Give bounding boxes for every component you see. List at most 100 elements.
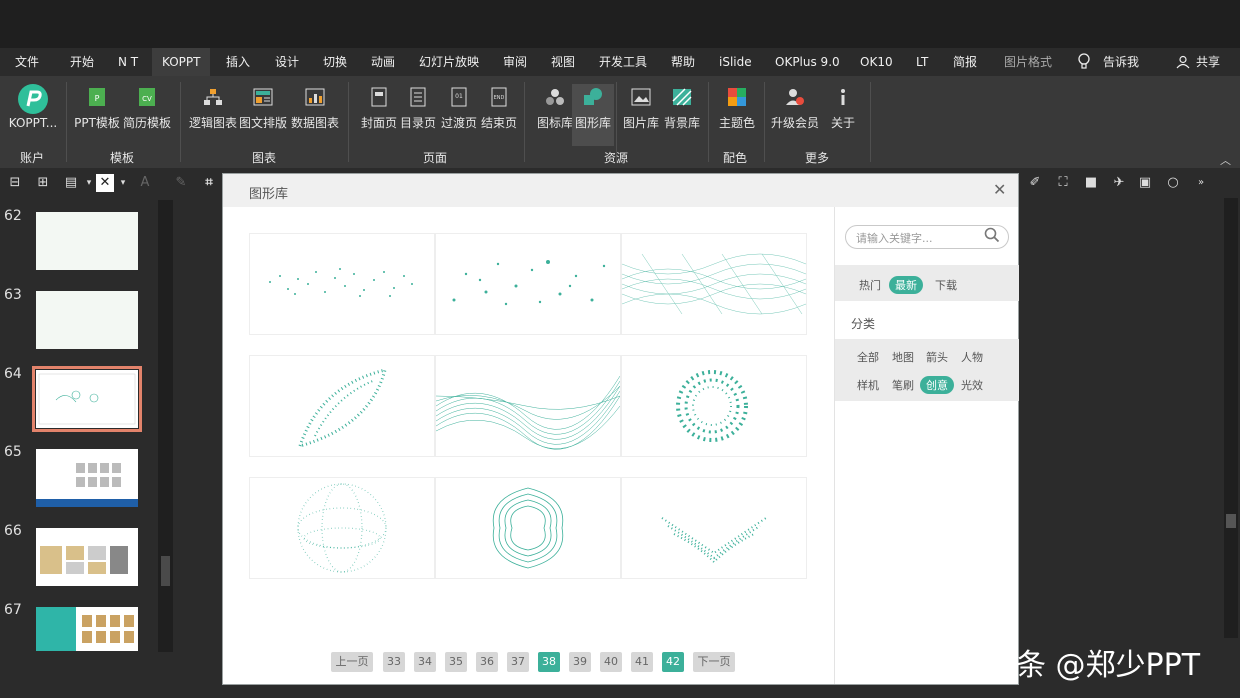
image-library-button[interactable]: 图片库 — [618, 84, 664, 146]
crop-plus-icon[interactable]: ⌗ — [200, 174, 218, 192]
menu-insert[interactable]: 插入 — [216, 48, 260, 76]
page-button[interactable]: 35 — [445, 652, 467, 672]
category-map[interactable]: 地图 — [892, 349, 914, 365]
menu-lt[interactable]: LT — [906, 48, 938, 76]
ppt-template-button[interactable]: P PPT模板 — [72, 84, 122, 146]
category-brush[interactable]: 笔刷 — [892, 377, 914, 393]
search-icon[interactable] — [984, 227, 1000, 243]
page-button[interactable]: 39 — [569, 652, 591, 672]
distribute-icon[interactable]: ⊞ — [34, 174, 52, 192]
scrollbar-thumb[interactable] — [1226, 514, 1236, 528]
text-box-icon[interactable]: ▤ — [62, 174, 80, 192]
page-button[interactable]: 42 — [662, 652, 684, 672]
shape-item-dot-globe[interactable] — [249, 477, 435, 579]
prev-page-button[interactable]: 上一页 — [331, 652, 373, 672]
end-page-button[interactable]: END 结束页 — [474, 84, 524, 146]
shape-item-dot-ring[interactable] — [621, 355, 807, 457]
circle-icon[interactable]: ○ — [1164, 174, 1182, 192]
shape-item-line-blob[interactable] — [435, 477, 621, 579]
slide-thumbnail-65[interactable] — [36, 449, 138, 507]
page-button[interactable]: 36 — [476, 652, 498, 672]
shape-item-wave-lines[interactable] — [435, 355, 621, 457]
title-bar — [0, 0, 1240, 48]
editor-scrollbar[interactable] — [1224, 198, 1238, 638]
current-page-button[interactable]: 38 — [538, 652, 560, 672]
shape-item-scattered-dots[interactable] — [249, 233, 435, 335]
category-people[interactable]: 人物 — [961, 349, 983, 365]
page-button[interactable]: 37 — [507, 652, 529, 672]
picture-icon[interactable]: ▣ — [1136, 174, 1154, 192]
slide-thumbnail-64[interactable] — [32, 366, 142, 432]
shape-library-button[interactable]: 图形库 — [572, 84, 614, 146]
slide-number: 67 — [4, 602, 22, 618]
menu-picture-format[interactable]: 图片格式 — [994, 48, 1062, 76]
align-icon[interactable]: ⊟ — [6, 174, 24, 192]
next-page-button[interactable]: 下一页 — [693, 652, 735, 672]
sort-newest[interactable]: 最新 — [889, 276, 923, 294]
shape-item-wire-mesh[interactable] — [621, 233, 807, 335]
category-all[interactable]: 全部 — [857, 349, 879, 365]
collapse-ribbon-icon[interactable]: ︿ — [1220, 152, 1231, 168]
menu-review[interactable]: 审阅 — [493, 48, 537, 76]
sort-hot[interactable]: 热门 — [859, 277, 881, 293]
data-chart-button[interactable]: 数据图表 — [290, 84, 340, 146]
crop-icon[interactable]: ⛶ — [1054, 174, 1072, 192]
text-layout-button[interactable]: 图文排版 — [238, 84, 288, 146]
shape-item-network-dots[interactable] — [435, 233, 621, 335]
menu-view[interactable]: 视图 — [541, 48, 585, 76]
resume-template-button[interactable]: CV 简历模板 — [122, 84, 172, 146]
close-icon[interactable]: ✕ — [993, 180, 1006, 199]
menu-transitions[interactable]: 切换 — [313, 48, 357, 76]
page-button[interactable]: 41 — [631, 652, 653, 672]
slide-thumbnail-67[interactable] — [36, 607, 138, 651]
page-button[interactable]: 33 — [383, 652, 405, 672]
search-box[interactable]: 请输入关键字... — [845, 225, 1009, 249]
group-label-chart: 图表 — [252, 151, 277, 165]
eyedropper-icon[interactable]: ✐ — [1026, 174, 1044, 192]
menu-koppt[interactable]: KOPPT — [152, 48, 211, 76]
shape-item-dot-leaf[interactable] — [249, 355, 435, 457]
menu-okplus[interactable]: OKPlus 9.0 — [765, 48, 850, 76]
menu-help[interactable]: 帮助 — [661, 48, 705, 76]
tell-me-button[interactable]: 告诉我 — [1093, 48, 1149, 76]
category-mockup[interactable]: 样机 — [857, 377, 879, 393]
shape-item-dot-wave[interactable] — [621, 477, 807, 579]
page-button[interactable]: 34 — [414, 652, 436, 672]
square-icon[interactable]: ■ — [1082, 174, 1100, 192]
menu-islide[interactable]: iSlide — [709, 48, 762, 76]
bird-icon[interactable]: ✈ — [1110, 174, 1128, 192]
more-icon[interactable]: » — [1192, 174, 1210, 192]
menu-developer[interactable]: 开发工具 — [589, 48, 657, 76]
menu-ok10[interactable]: OK10 — [850, 48, 903, 76]
menu-animations[interactable]: 动画 — [361, 48, 405, 76]
menu-slideshow[interactable]: 幻灯片放映 — [409, 48, 489, 76]
sort-downloads[interactable]: 下载 — [935, 277, 957, 293]
cross-box-icon[interactable]: ✕ — [96, 174, 114, 192]
group-label-account: 账户 — [20, 151, 45, 165]
menu-home[interactable]: 开始 — [60, 48, 104, 76]
thumbnails-scrollbar[interactable] — [158, 200, 173, 652]
about-button[interactable]: 关于 — [822, 84, 864, 146]
menu-file[interactable]: 文件 — [5, 48, 49, 76]
logic-chart-button[interactable]: 逻辑图表 — [188, 84, 238, 146]
category-arrow[interactable]: 箭头 — [926, 349, 948, 365]
page-button[interactable]: 40 — [600, 652, 622, 672]
category-creative[interactable]: 创意 — [920, 376, 954, 394]
slide-thumbnail-63[interactable] — [36, 291, 138, 349]
scrollbar-thumb[interactable] — [161, 556, 170, 586]
menu-brief[interactable]: 简报 — [943, 48, 987, 76]
upgrade-member-button[interactable]: 升级会员 — [770, 84, 820, 146]
koppt-button[interactable]: KOPPT... — [6, 84, 60, 146]
theme-color-button[interactable]: 主题色 — [712, 84, 762, 146]
group-label-more: 更多 — [805, 151, 830, 165]
group-label-page: 页面 — [423, 151, 448, 165]
menu-design[interactable]: 设计 — [265, 48, 309, 76]
background-library-button[interactable]: 背景库 — [660, 84, 704, 146]
group-label-resource: 资源 — [604, 151, 629, 165]
share-button[interactable]: 共享 — [1186, 48, 1230, 76]
slide-thumbnail-66[interactable] — [36, 528, 138, 586]
chevron-down-icon[interactable]: ▾ — [114, 174, 132, 192]
menu-nt[interactable]: N T — [108, 48, 148, 76]
category-light-effect[interactable]: 光效 — [961, 377, 983, 393]
slide-thumbnail-62[interactable] — [36, 212, 138, 270]
